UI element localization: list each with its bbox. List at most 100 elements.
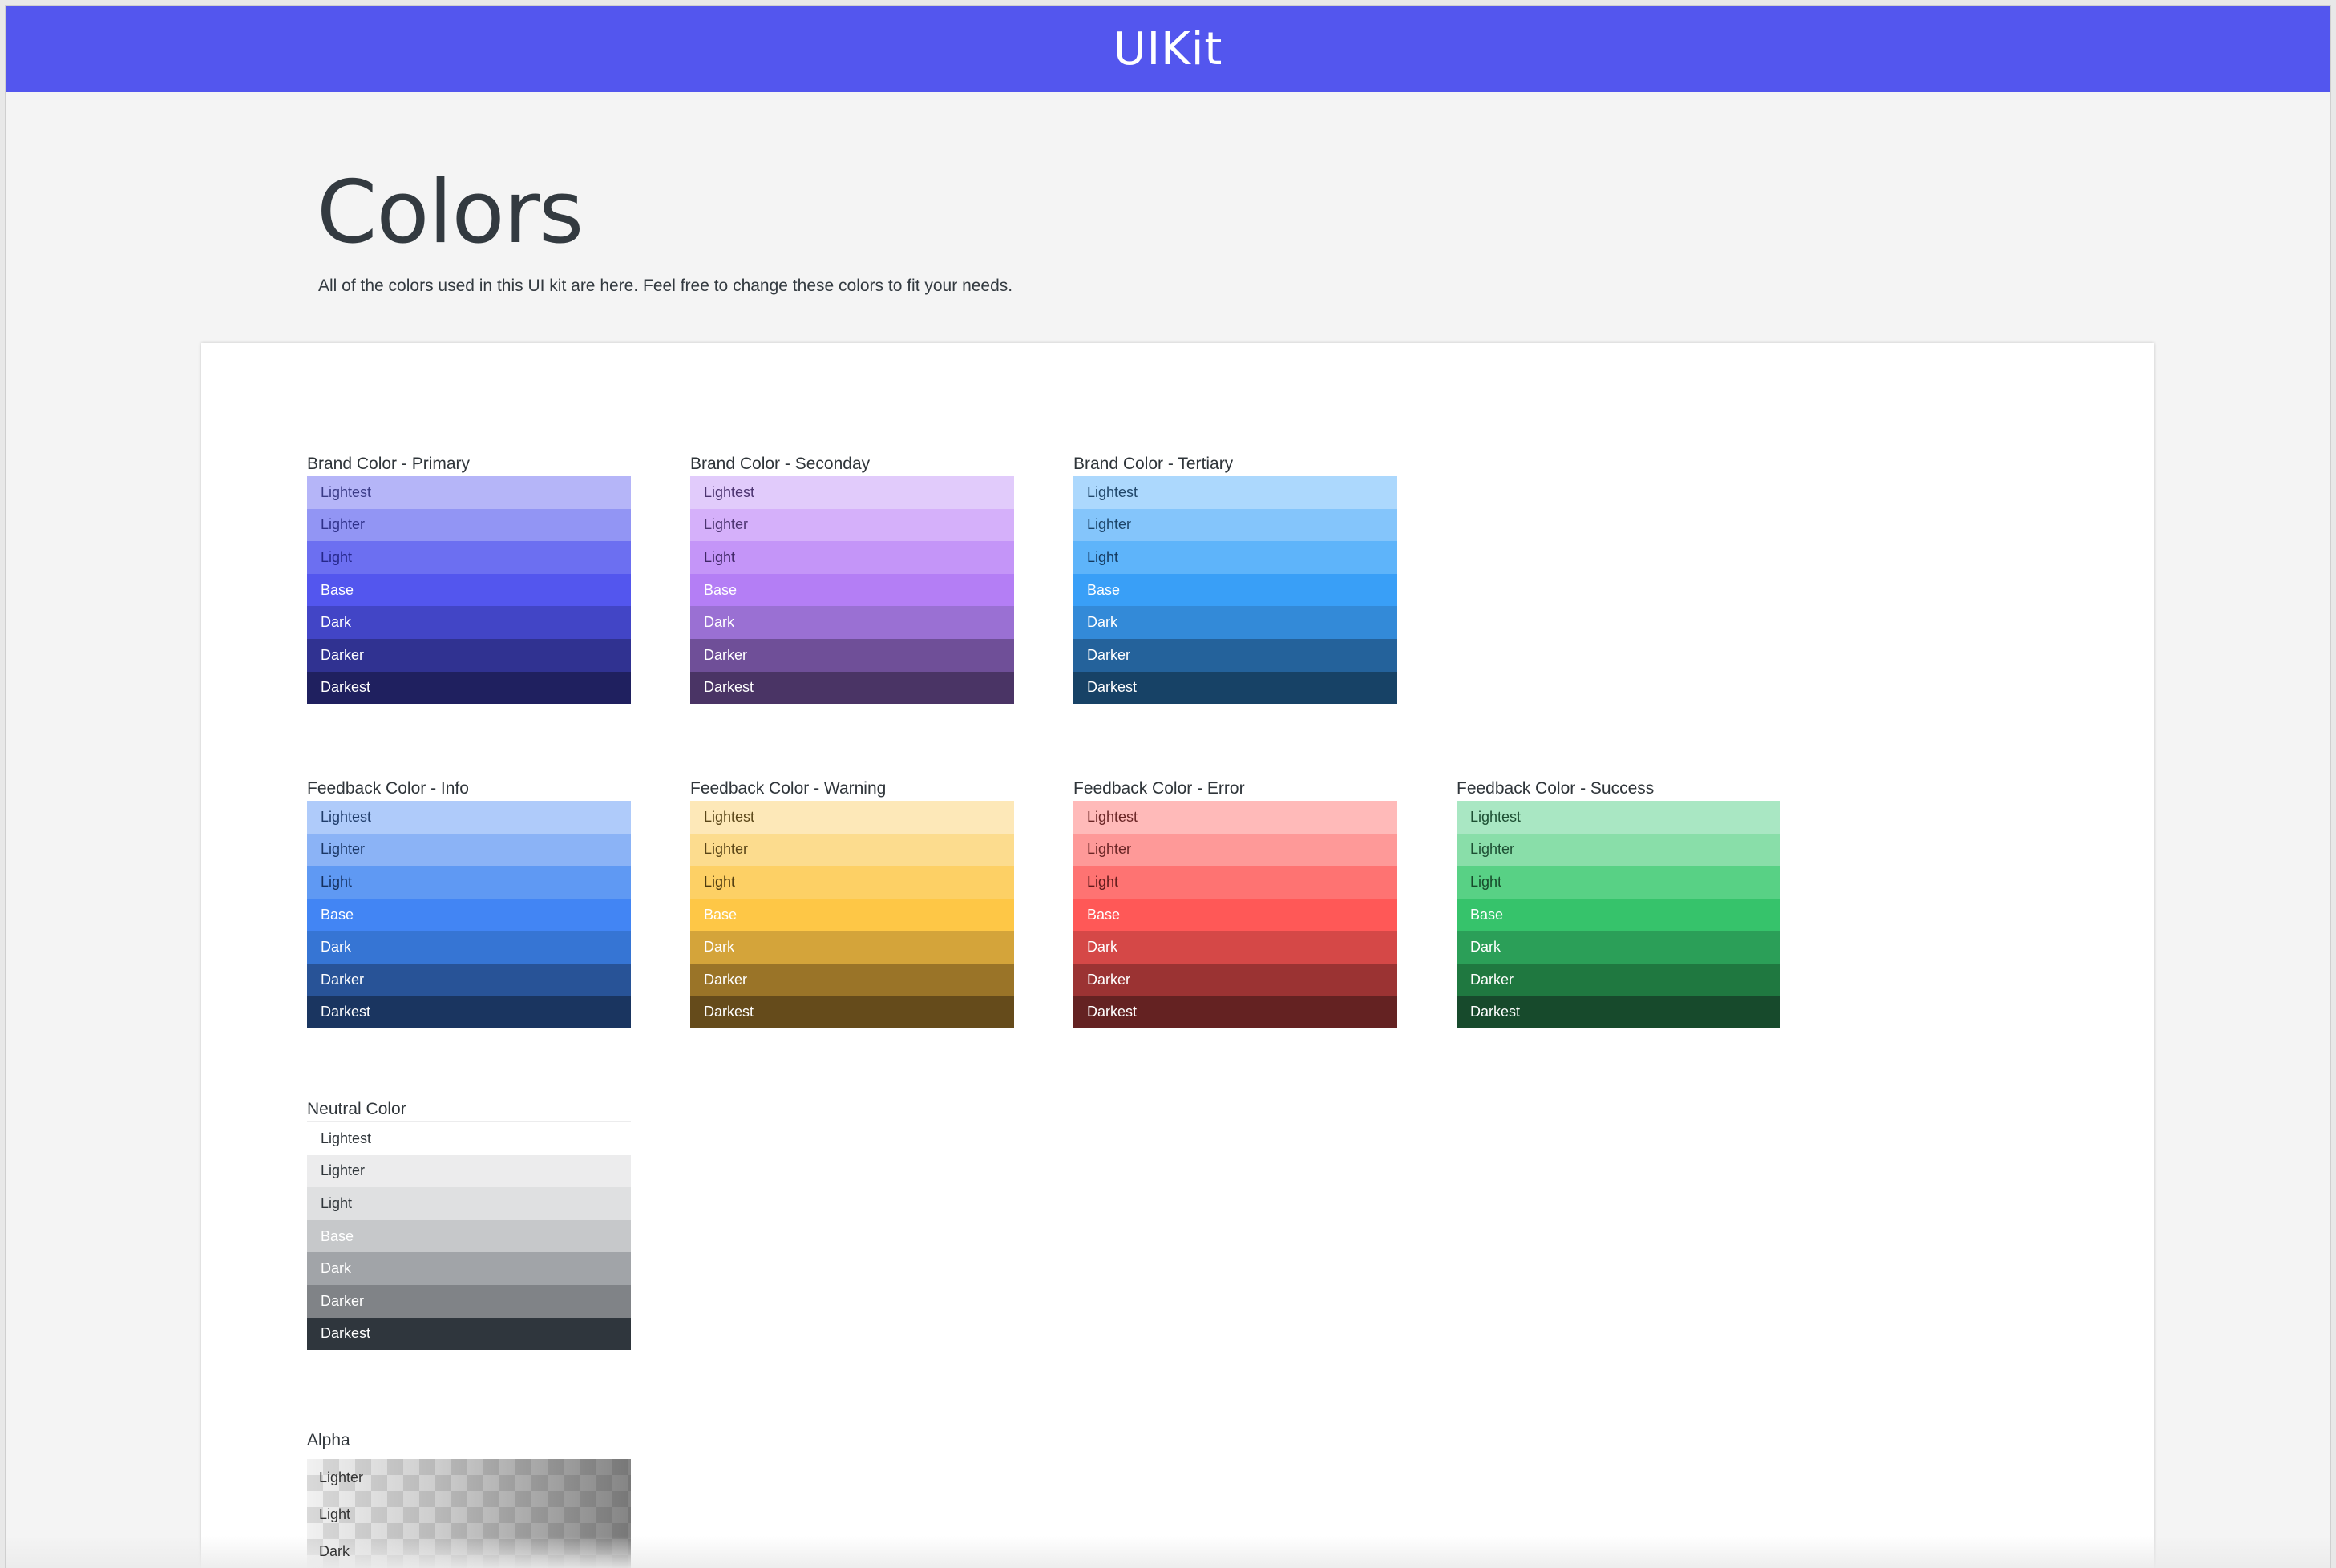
swatch-label: Lighter — [321, 1162, 366, 1179]
swatch-list: Lightest Lighter Light Base Dark Darker Darkes… — [1457, 801, 1780, 1029]
color-swatch-darker[interactable]: Darker — [1073, 963, 1397, 996]
color-swatch-light[interactable]: Light — [690, 866, 1014, 899]
color-swatch-lightest[interactable]: Lightest — [307, 1122, 631, 1155]
color-swatch-dark[interactable]: Dark — [307, 931, 631, 964]
brand-logo[interactable]: UIKit — [1113, 23, 1223, 75]
color-swatch-darkest[interactable]: Darkest — [1073, 996, 1397, 1029]
color-swatch-dark[interactable]: Dark — [690, 931, 1014, 964]
color-swatch-lighter[interactable]: Lighter — [307, 1154, 631, 1188]
color-swatch-darkest[interactable]: Darkest — [1073, 671, 1397, 705]
swatch-label: Darker — [1470, 971, 1514, 988]
color-swatch-light[interactable]: Light — [1457, 866, 1780, 899]
color-swatch-light[interactable]: Light — [307, 541, 631, 574]
color-swatch-lighter[interactable]: Lighter — [1073, 508, 1397, 542]
swatch-list: Lightest Lighter Light Base Dark Darker Darkes… — [1073, 476, 1397, 705]
color-group-brand-tertiary: Brand Color - Tertiary Lightest Lighter Lig… — [1073, 452, 1397, 705]
color-swatch-base[interactable]: Base — [1073, 573, 1397, 607]
group-title: Feedback Color - Info — [307, 779, 469, 798]
swatch-label: Dark — [321, 939, 352, 956]
color-swatch-darker[interactable]: Darker — [1457, 963, 1780, 996]
color-swatch-base[interactable]: Base — [307, 1219, 631, 1253]
color-swatch-light[interactable]: Light — [307, 866, 631, 899]
swatch-label: Base — [321, 581, 354, 598]
color-swatch-lightest[interactable]: Lightest — [307, 476, 631, 509]
swatch-label: Dark — [1470, 939, 1501, 956]
color-swatch-lighter[interactable]: Lighter — [1457, 833, 1780, 867]
color-swatch-light[interactable]: Light — [1073, 866, 1397, 899]
color-swatch-lightest[interactable]: Lightest — [307, 801, 631, 834]
swatch-label: Darkest — [321, 1325, 371, 1342]
group-title: Brand Color - Seconday — [690, 455, 871, 473]
color-swatch-lighter[interactable]: Lighter — [307, 833, 631, 867]
color-swatch-lighter[interactable]: Lighter — [690, 508, 1014, 542]
swatch-label: Lightest — [704, 808, 755, 825]
swatch-label: Darkest — [704, 1004, 754, 1020]
color-swatch-light[interactable]: Light — [690, 541, 1014, 574]
swatch-label: Darker — [1087, 971, 1131, 988]
color-group-brand-primary: Brand Color - Primary Lightest Lighter Ligh… — [307, 452, 631, 705]
color-swatch-darkest[interactable]: Darkest — [307, 996, 631, 1029]
group-title: Neutral Color — [307, 1100, 406, 1118]
swatch-label: Light — [1470, 873, 1502, 890]
app-window: UIKit Colors All of the colors used in t… — [5, 5, 2331, 1568]
color-swatch-base[interactable]: Base — [307, 898, 631, 932]
color-group-neutral: Neutral Color Lightest Lighter Light Base Dar… — [307, 1097, 631, 1351]
color-group-alpha: Alpha Lighter Light Dark — [307, 1429, 631, 1568]
color-swatch-dark[interactable]: Dark — [307, 606, 631, 639]
swatch-label: Lightest — [1470, 808, 1522, 825]
swatch-label: Dark — [321, 1260, 352, 1277]
color-swatch-lighter[interactable]: Lighter — [1073, 833, 1397, 867]
color-swatch-darkest[interactable]: Darkest — [307, 671, 631, 705]
swatch-label: Darkest — [321, 1004, 371, 1020]
color-swatch-lightest[interactable]: Lightest — [1073, 476, 1397, 509]
swatch-label: Light — [321, 873, 353, 890]
color-swatch-dark[interactable]: Dark — [307, 1252, 631, 1285]
color-swatch-dark[interactable]: Dark — [690, 606, 1014, 639]
swatch-label: Base — [1087, 906, 1121, 923]
color-swatch-dark[interactable]: Dark — [1073, 606, 1397, 639]
color-swatch-darkest[interactable]: Darkest — [690, 996, 1014, 1029]
color-swatch-base[interactable]: Base — [1073, 898, 1397, 932]
color-swatch-light[interactable]: Light — [1073, 541, 1397, 574]
swatch-label: Darker — [1087, 646, 1131, 663]
alpha-row: Light — [319, 1505, 351, 1522]
group-title: Feedback Color - Warning — [690, 779, 887, 798]
color-swatch-darkest[interactable]: Darkest — [307, 1317, 631, 1351]
color-swatch-darker[interactable]: Darker — [307, 963, 631, 996]
color-swatch-lighter[interactable]: Lighter — [690, 833, 1014, 867]
swatch-label: Lighter — [704, 841, 749, 858]
color-swatch-lightest[interactable]: Lightest — [1073, 801, 1397, 834]
swatch-label: Darkest — [321, 679, 371, 696]
color-swatch-darker[interactable]: Darker — [690, 963, 1014, 996]
swatch-label: Light — [321, 548, 353, 565]
color-swatch-base[interactable]: Base — [307, 573, 631, 607]
color-swatch-base[interactable]: Base — [1457, 898, 1780, 932]
color-swatch-base[interactable]: Base — [690, 573, 1014, 607]
color-group-feedback-info: Feedback Color - Info Lightest Lighter Ligh… — [307, 777, 631, 1029]
swatch-label: Lightest — [321, 808, 372, 825]
color-swatch-light[interactable]: Light — [307, 1187, 631, 1220]
color-swatch-darker[interactable]: Darker — [1073, 638, 1397, 672]
swatch-label: Light — [1087, 873, 1119, 890]
alpha-swatch: Lighter Light Dark — [307, 1459, 631, 1568]
color-swatch-base[interactable]: Base — [690, 898, 1014, 932]
color-swatch-darkest[interactable]: Darkest — [690, 671, 1014, 705]
color-group-feedback-success: Feedback Color - Success Lightest Lighter L… — [1457, 777, 1780, 1029]
color-swatch-dark[interactable]: Dark — [1457, 931, 1780, 964]
swatch-list: Lightest Lighter Light Base Dark Darker Darkes… — [307, 801, 631, 1029]
color-swatch-darker[interactable]: Darker — [307, 1284, 631, 1318]
color-swatch-darker[interactable]: Darker — [307, 638, 631, 672]
color-swatch-lightest[interactable]: Lightest — [1457, 801, 1780, 834]
color-swatch-lightest[interactable]: Lightest — [690, 476, 1014, 509]
color-swatch-darkest[interactable]: Darkest — [1457, 996, 1780, 1029]
group-title: Brand Color - Tertiary — [1073, 455, 1234, 473]
color-swatch-darker[interactable]: Darker — [690, 638, 1014, 672]
swatch-label: Darkest — [704, 679, 754, 696]
color-swatch-dark[interactable]: Dark — [1073, 931, 1397, 964]
swatch-label: Darkest — [1087, 1004, 1138, 1020]
color-swatch-lightest[interactable]: Lightest — [690, 801, 1014, 834]
swatch-label: Lightest — [321, 483, 372, 500]
swatch-label: Lightest — [1087, 808, 1138, 825]
color-swatch-lighter[interactable]: Lighter — [307, 508, 631, 542]
swatch-label: Light — [321, 1194, 353, 1211]
